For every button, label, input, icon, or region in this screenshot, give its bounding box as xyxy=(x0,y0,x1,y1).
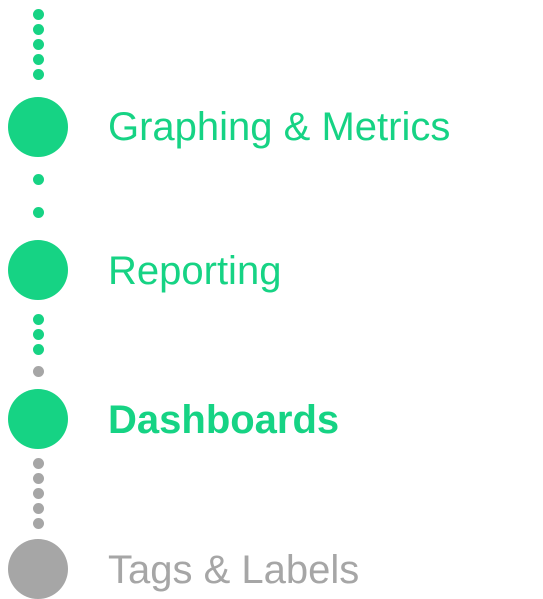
step-marker-reporting xyxy=(8,240,68,300)
connector-dot xyxy=(33,488,44,499)
connector-dot xyxy=(33,503,44,514)
step-label-dashboards[interactable]: Dashboards xyxy=(108,400,339,440)
connector-dot xyxy=(33,314,44,325)
connector-dot xyxy=(33,473,44,484)
connector-dot xyxy=(33,9,44,20)
step-label-tags-labels[interactable]: Tags & Labels xyxy=(108,550,359,590)
connector-dot xyxy=(33,344,44,355)
connector-dot xyxy=(33,174,44,185)
step-marker-dashboards xyxy=(8,389,68,449)
connector-dot xyxy=(33,39,44,50)
step-label-reporting[interactable]: Reporting xyxy=(108,251,281,291)
connector-dot xyxy=(33,54,44,65)
connector-dot xyxy=(33,329,44,340)
step-label-graphing-metrics[interactable]: Graphing & Metrics xyxy=(108,107,450,147)
connector-dot xyxy=(33,518,44,529)
step-marker-tags-labels xyxy=(8,539,68,599)
step-marker-graphing-metrics xyxy=(8,97,68,157)
connector-dot xyxy=(33,24,44,35)
connector-dot xyxy=(33,366,44,377)
connector-dot xyxy=(33,458,44,469)
connector-dot xyxy=(33,207,44,218)
connector-dot xyxy=(33,69,44,80)
